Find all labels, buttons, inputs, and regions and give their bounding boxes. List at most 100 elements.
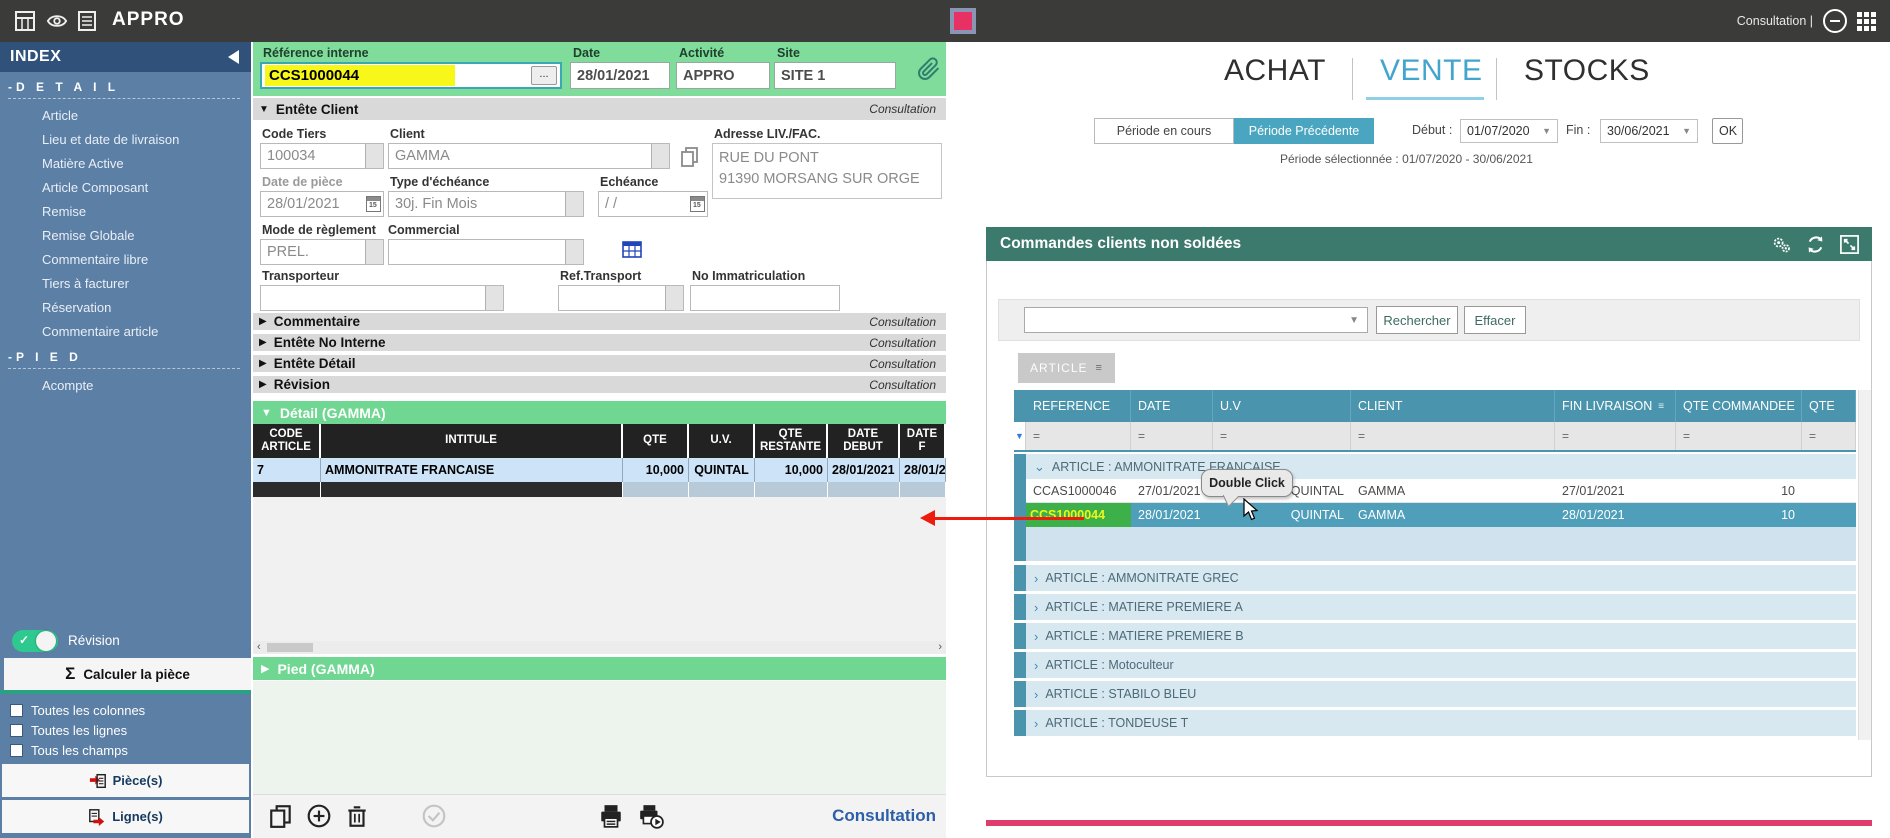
collapse-sidebar-icon[interactable] — [228, 50, 239, 64]
piece-button[interactable]: Pièce(s) — [2, 764, 249, 797]
section-revision[interactable]: ▶RévisionConsultation — [253, 376, 946, 395]
lookup-button[interactable] — [485, 286, 503, 310]
lookup-button[interactable] — [565, 192, 583, 216]
effacer-button[interactable]: Effacer — [1464, 306, 1526, 334]
filter-funnel-cell[interactable]: ▼ — [1014, 422, 1026, 450]
sidebar-item-reservation[interactable]: Réservation — [42, 296, 242, 320]
spreadsheet-icon[interactable] — [622, 241, 642, 258]
refresh-icon[interactable] — [1805, 234, 1826, 255]
lookup-button[interactable] — [365, 240, 383, 264]
chevron-down-icon[interactable]: ▼ — [1682, 126, 1691, 136]
add-icon[interactable] — [306, 803, 332, 829]
col-date-fin[interactable]: DATE F — [900, 424, 946, 458]
filter-cell[interactable]: = — [1802, 422, 1856, 450]
section-commentaire[interactable]: ▶CommentaireConsultation — [253, 313, 946, 332]
print-icon[interactable] — [598, 803, 624, 829]
lookup-button[interactable] — [665, 286, 683, 310]
table-edit-icon[interactable] — [14, 10, 36, 32]
detail-table-row[interactable]: 7 AMMONITRATE FRANCAISE 10,000 QUINTAL 1… — [253, 458, 946, 482]
chevron-right-icon[interactable]: › — [1034, 571, 1038, 586]
horizontal-scrollbar[interactable]: ‹ › — [253, 641, 946, 654]
settings-gears-icon[interactable] — [1771, 234, 1792, 255]
periode-en-cours-button[interactable]: Période en cours — [1094, 118, 1234, 144]
scroll-right-icon[interactable]: › — [938, 641, 942, 653]
scroll-left-icon[interactable]: ‹ — [257, 641, 261, 653]
revision-toggle[interactable]: ✓ — [12, 630, 58, 652]
group-row-ammonitrate-grec[interactable]: ›ARTICLE : AMMONITRATE GREC — [1014, 565, 1856, 591]
adresse-box[interactable]: RUE DU PONT 91390 MORSANG SUR ORGE — [712, 143, 942, 199]
col-qte-restante[interactable]: QTE RESTANTE — [755, 424, 828, 458]
checkbox-icon[interactable] — [10, 744, 23, 757]
magenta-app-icon[interactable] — [950, 8, 976, 34]
lookup-button[interactable] — [365, 144, 383, 168]
chevron-right-icon[interactable]: › — [1034, 629, 1038, 644]
col-qte[interactable]: QTE — [1802, 390, 1856, 422]
rechercher-button[interactable]: Rechercher — [1376, 306, 1458, 334]
debut-date-field[interactable]: 01/07/2020▼ — [1460, 119, 1558, 143]
echeance-field[interactable]: / / — [598, 191, 708, 217]
sidebar-item-tiers-a-facturer[interactable]: Tiers à facturer — [42, 272, 242, 296]
checkbox-toutes-les-lignes[interactable]: Toutes les lignes — [10, 720, 240, 740]
chevron-down-icon[interactable]: ▼ — [1349, 315, 1359, 326]
group-row-stabilo-bleu[interactable]: ›ARTICLE : STABILO BLEU — [1014, 681, 1856, 707]
chevron-right-icon[interactable]: › — [1034, 716, 1038, 731]
order-row[interactable]: CCAS1000046 27/01/2021 QUINTAL GAMMA 27/… — [1014, 479, 1856, 503]
filter-cell[interactable]: = — [1131, 422, 1213, 450]
chevron-right-icon[interactable]: › — [1034, 600, 1038, 615]
chevron-right-icon[interactable]: › — [1034, 687, 1038, 702]
eye-icon[interactable] — [46, 10, 68, 32]
reference-interne-field[interactable]: CCS1000044 ... — [260, 62, 562, 89]
col-uv[interactable]: U.V — [1213, 390, 1351, 422]
chevron-down-icon[interactable]: ▼ — [1542, 126, 1551, 136]
no-immatriculation-field[interactable] — [690, 285, 840, 311]
checkbox-tous-les-champs[interactable]: Tous les champs — [10, 740, 240, 760]
group-row-expanded[interactable]: ⌄ ARTICLE : AMMONITRATE FRANCAISE — [1014, 454, 1856, 479]
ref-transport-field[interactable] — [558, 285, 684, 311]
sidebar-item-remise[interactable]: Remise — [42, 200, 242, 224]
col-code-article[interactable]: CODE ARTICLE — [253, 424, 321, 458]
col-client[interactable]: CLIENT — [1351, 390, 1555, 422]
col-date[interactable]: DATE — [1131, 390, 1213, 422]
col-qte[interactable]: QTE — [623, 424, 689, 458]
order-row-selected[interactable]: CCS1000044 28/01/2021 QUINTAL GAMMA 28/0… — [1014, 503, 1856, 527]
tab-achat[interactable]: ACHAT — [1224, 54, 1326, 88]
filter-cell[interactable]: = — [1555, 422, 1676, 450]
copy-icon[interactable] — [680, 146, 700, 168]
filter-cell[interactable]: = — [1213, 422, 1351, 450]
filter-cell[interactable]: = — [1676, 422, 1802, 450]
col-intitule[interactable]: INTITULE — [321, 424, 623, 458]
sidebar-item-commentaire-libre[interactable]: Commentaire libre — [42, 248, 242, 272]
calendar-icon[interactable] — [690, 196, 705, 212]
date-field[interactable]: 28/01/2021 — [570, 62, 670, 89]
col-uv[interactable]: U.V. — [689, 424, 755, 458]
delete-icon[interactable] — [344, 803, 370, 829]
search-combobox[interactable]: ▼ — [1024, 307, 1368, 333]
fin-date-field[interactable]: 30/06/2021▼ — [1600, 119, 1698, 143]
col-reference[interactable]: REFERENCE — [1026, 390, 1131, 422]
transporteur-field[interactable] — [260, 285, 504, 311]
chevron-down-icon[interactable]: ⌄ — [1034, 459, 1045, 475]
minimize-icon[interactable] — [1823, 9, 1847, 33]
sidebar-item-article-composant[interactable]: Article Composant — [42, 176, 242, 200]
commercial-field[interactable] — [388, 239, 584, 265]
date-piece-field[interactable]: 28/01/2021 — [260, 191, 384, 217]
reference-lookup-button[interactable]: ... — [531, 66, 557, 85]
group-row-tondeuse-t[interactable]: ›ARTICLE : TONDEUSE T — [1014, 710, 1856, 736]
checkbox-icon[interactable] — [10, 704, 23, 717]
checkbox-icon[interactable] — [10, 724, 23, 737]
form-icon[interactable] — [76, 10, 98, 32]
sidebar-item-matiere-active[interactable]: Matière Active — [42, 152, 242, 176]
detail-gamma-bar[interactable]: ▼Détail (GAMMA) — [253, 401, 946, 424]
col-qte-commandee[interactable]: QTE COMMANDEE — [1676, 390, 1802, 422]
entete-client-bar[interactable]: ▼ Entête Client Consultation — [253, 98, 946, 122]
sidebar-item-lieu-date-livraison[interactable]: Lieu et date de livraison — [42, 128, 242, 152]
print-export-icon[interactable] — [638, 803, 664, 829]
vertical-scrollbar[interactable] — [1858, 390, 1871, 740]
app-grid-icon[interactable] — [1857, 12, 1876, 31]
calculer-piece-button[interactable]: ΣCalculer la pièce — [4, 658, 251, 690]
activite-field[interactable]: APPRO — [676, 62, 770, 89]
client-field[interactable]: GAMMA — [388, 143, 670, 169]
ok-button[interactable]: OK — [1712, 118, 1743, 144]
site-field[interactable]: SITE 1 — [774, 62, 896, 89]
sidebar-item-remise-globale[interactable]: Remise Globale — [42, 224, 242, 248]
